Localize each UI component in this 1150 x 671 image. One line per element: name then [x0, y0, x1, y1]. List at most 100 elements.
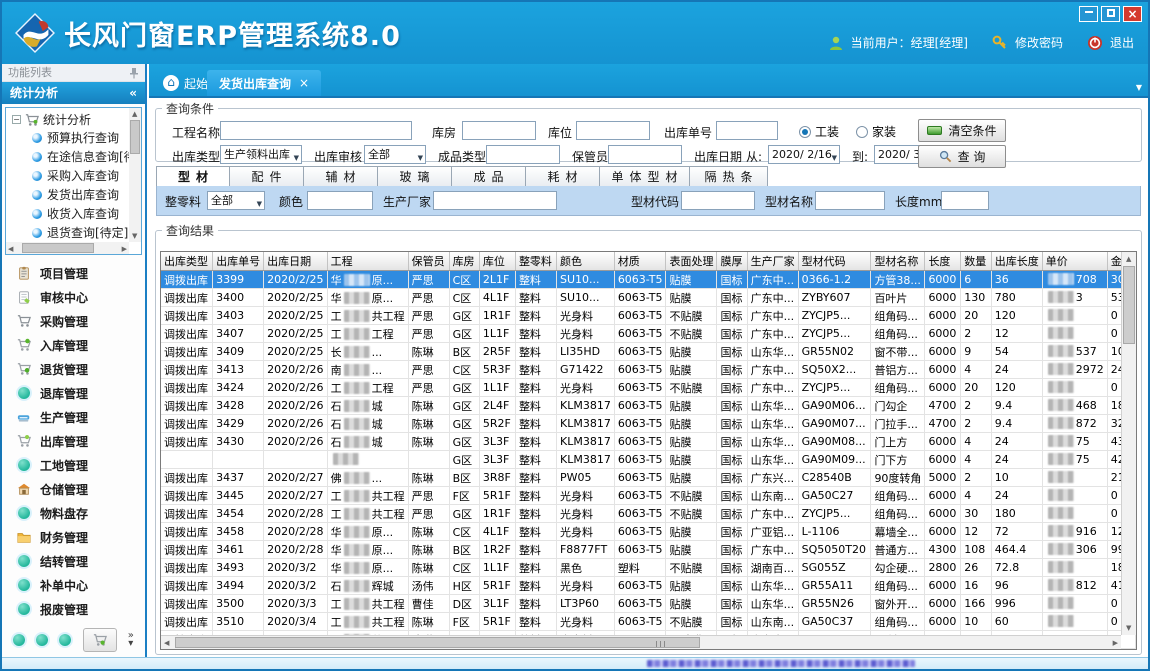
- table-row[interactable]: 调拨出库34942020/3/2石辉城汤伟H区5R1F整料光身料6063-T5贴…: [161, 577, 1136, 595]
- date-from-picker[interactable]: 2020/ 2/16: [768, 145, 840, 164]
- sidebar-item-出库管理[interactable]: 出库管理: [2, 429, 145, 453]
- column-header[interactable]: 库房: [449, 252, 479, 271]
- maximize-button[interactable]: [1101, 6, 1120, 22]
- radio-gongzhuang[interactable]: 工装: [799, 123, 839, 140]
- length-input[interactable]: [941, 191, 989, 210]
- scroll-left-icon[interactable]: ◀: [8, 245, 13, 253]
- quick-module-icon[interactable]: [36, 634, 48, 646]
- table-row[interactable]: 调拨出库34132020/2/26南...严思C区5R3F整料G71422606…: [161, 361, 1136, 379]
- sidebar-item-退货管理[interactable]: 退货管理: [2, 357, 145, 381]
- table-row[interactable]: 调拨出库35102020/3/4工共工程陈琳F区5R1F整料光身料6063-T5…: [161, 613, 1136, 631]
- table-row[interactable]: 调拨出库34092020/2/25长...陈琳B区2R5F整料LI35HD606…: [161, 343, 1136, 361]
- table-row[interactable]: 调拨出库35002020/3/3工共工程曹佳D区3L1F整料LT3P606063…: [161, 595, 1136, 613]
- grid-scroll-thumb[interactable]: [1123, 266, 1135, 344]
- table-row[interactable]: 调拨出库34282020/2/26石城陈琳G区2L4F整料KLM38176063…: [161, 397, 1136, 415]
- pin-icon[interactable]: [129, 67, 139, 79]
- warehouse-input[interactable]: [462, 121, 536, 140]
- group-header-statistics[interactable]: 统计分析 «: [2, 82, 145, 104]
- table-row[interactable]: 调拨出库34612020/2/28华原...陈琳B区1R2F整料F8877FT6…: [161, 541, 1136, 559]
- minimize-button[interactable]: [1079, 6, 1098, 22]
- scroll-down-icon[interactable]: ▼: [1126, 624, 1131, 632]
- scroll-left-icon[interactable]: ◀: [164, 639, 169, 647]
- tab-overflow-icon[interactable]: ▼: [1136, 83, 1142, 92]
- column-header[interactable]: 出库长度: [991, 252, 1042, 271]
- material-tab-玻璃[interactable]: 玻璃: [378, 166, 452, 187]
- grid-scroll-thumb[interactable]: [175, 637, 700, 648]
- sidebar-item-补单中心[interactable]: 补单中心: [2, 573, 145, 597]
- search-button[interactable]: 查 询: [918, 145, 1006, 168]
- quick-module-icon[interactable]: [59, 634, 71, 646]
- scroll-right-icon[interactable]: ▶: [122, 245, 127, 253]
- doc-no-input[interactable]: [716, 121, 778, 140]
- sidebar-item-生产管理[interactable]: 生产管理: [2, 405, 145, 429]
- tree-root-statistics[interactable]: − 统计分析: [6, 108, 141, 128]
- grid-vertical-scrollbar[interactable]: ▲ ▼: [1121, 252, 1136, 635]
- profile-code-input[interactable]: [681, 191, 755, 210]
- cart-shortcut-button[interactable]: [83, 628, 117, 652]
- column-header[interactable]: 出库单号: [213, 252, 264, 271]
- scroll-up-icon[interactable]: ▲: [1126, 255, 1131, 263]
- scroll-right-icon[interactable]: ▶: [1113, 639, 1118, 647]
- more-modules-button[interactable]: » ▾: [128, 632, 134, 648]
- tree-item[interactable]: 收货入库查询: [32, 204, 141, 223]
- radio-jiazhuang[interactable]: 家装: [856, 123, 896, 140]
- column-header[interactable]: 型材名称: [871, 252, 925, 271]
- tree-horizontal-scrollbar[interactable]: ◀ ▶: [6, 242, 129, 254]
- material-tab-配件[interactable]: 配件: [230, 166, 304, 187]
- table-row[interactable]: 调拨出库34542020/2/28工共工程严思G区1R1F整料光身料6063-T…: [161, 505, 1136, 523]
- sidebar-item-项目管理[interactable]: 项目管理: [2, 261, 145, 285]
- column-header[interactable]: 颜色: [556, 252, 614, 271]
- column-header[interactable]: 出库日期: [264, 252, 327, 271]
- product-type-input[interactable]: [486, 145, 560, 164]
- sidebar-item-工地管理[interactable]: 工地管理: [2, 453, 145, 477]
- tree-item[interactable]: 在途信息查询[待: [32, 147, 141, 166]
- collapse-icon[interactable]: «: [129, 82, 137, 104]
- table-row[interactable]: 调拨出库34072020/2/25工工程严思G区1L1F整料光身料6063-T5…: [161, 325, 1136, 343]
- tree-vertical-scrollbar[interactable]: ▲ ▼: [129, 108, 141, 242]
- clear-conditions-button[interactable]: 清空条件: [918, 119, 1006, 142]
- table-row[interactable]: 调拨出库34582020/2/28华原...陈琳C区4L1F整料光身料6063-…: [161, 523, 1136, 541]
- logout-link[interactable]: 退出: [1110, 34, 1134, 51]
- material-tab-辅材[interactable]: 辅材: [304, 166, 378, 187]
- column-header[interactable]: 库位: [479, 252, 515, 271]
- tab-close-icon[interactable]: ×: [299, 76, 309, 90]
- project-name-input[interactable]: [220, 121, 412, 140]
- tree-item[interactable]: 退货查询[待定]: [32, 223, 141, 242]
- table-row[interactable]: 调拨出库34452020/2/27工共工程严思F区5R1F整料光身料6063-T…: [161, 487, 1136, 505]
- column-header[interactable]: 材质: [614, 252, 666, 271]
- sidebar-item-结转管理[interactable]: 结转管理: [2, 549, 145, 573]
- location-input[interactable]: [576, 121, 650, 140]
- tree-item[interactable]: 发货出库查询: [32, 185, 141, 204]
- table-row[interactable]: 调拨出库34302020/2/26石城陈琳G区3L3F整料KLM38176063…: [161, 433, 1136, 451]
- tree-item[interactable]: 预算执行查询: [32, 128, 141, 147]
- column-header[interactable]: 保管员: [408, 252, 449, 271]
- color-input[interactable]: [307, 191, 373, 210]
- material-tab-耗材[interactable]: 耗材: [526, 166, 600, 187]
- table-row[interactable]: 调拨出库34932020/3/2华原...陈琳C区1L1F整料黑色塑料不贴膜国标…: [161, 559, 1136, 577]
- profile-name-input[interactable]: [815, 191, 885, 210]
- keeper-input[interactable]: [608, 145, 682, 164]
- table-row[interactable]: 调拨出库33992020/2/25华原...严思C区2L1F整料SU10...6…: [161, 271, 1136, 289]
- sidebar-item-物料盘存[interactable]: 物料盘存: [2, 501, 145, 525]
- column-header[interactable]: 整零料: [515, 252, 556, 271]
- manufacturer-input[interactable]: [433, 191, 557, 210]
- quick-module-icon[interactable]: [13, 634, 25, 646]
- sidebar-item-入库管理[interactable]: 入库管理: [2, 333, 145, 357]
- column-header[interactable]: 工程: [327, 252, 408, 271]
- sidebar-item-仓储管理[interactable]: 仓储管理: [2, 477, 145, 501]
- outbound-type-select[interactable]: 生产领料出库: [220, 145, 302, 164]
- whole-part-select[interactable]: 全部: [207, 191, 265, 210]
- table-row[interactable]: G区3L3F整料KLM38176063-T5贴膜国标山东华...GA90M09.…: [161, 451, 1136, 469]
- material-tab-型材[interactable]: 型材: [156, 166, 230, 187]
- tab-shipping-outbound-query[interactable]: 发货出库查询 ×: [207, 70, 321, 96]
- material-tab-成品[interactable]: 成品: [452, 166, 526, 187]
- change-password-link[interactable]: 修改密码: [1015, 34, 1063, 51]
- column-header[interactable]: 单价: [1042, 252, 1107, 271]
- table-row[interactable]: 调拨出库34032020/2/25工共工程严思G区1R1F整料光身料6063-T…: [161, 307, 1136, 325]
- table-row[interactable]: 调拨出库34242020/2/26工工程严思G区1L1F整料光身料6063-T5…: [161, 379, 1136, 397]
- sidebar-item-退库管理[interactable]: 退库管理: [2, 381, 145, 405]
- tree-scroll-thumb[interactable]: [130, 120, 140, 154]
- table-row[interactable]: 调拨出库34372020/2/27佛...陈琳B区3R8F整料PW056063-…: [161, 469, 1136, 487]
- close-button[interactable]: ×: [1123, 6, 1142, 22]
- outbound-audit-select[interactable]: 全部: [364, 145, 426, 164]
